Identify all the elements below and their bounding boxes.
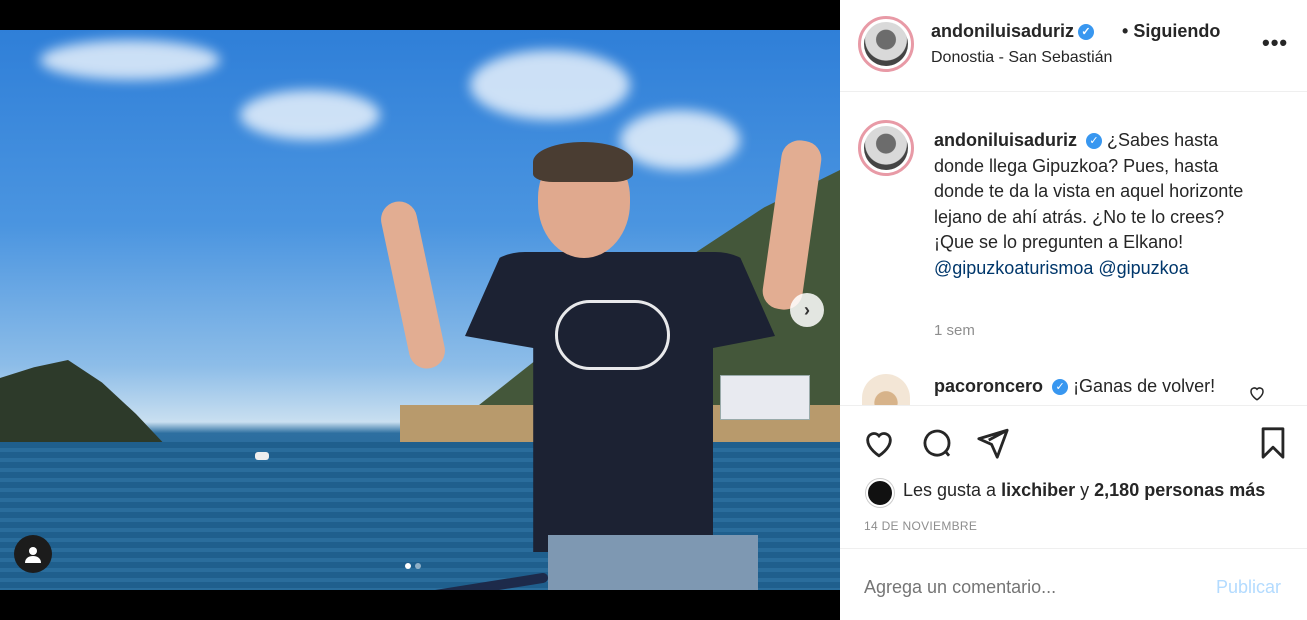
caption-avatar[interactable] [858, 120, 914, 176]
post-photo[interactable] [0, 30, 840, 590]
following-button[interactable]: Siguiendo [1133, 21, 1220, 41]
chevron-right-icon: › [804, 299, 810, 320]
post-header: andoniluisaduriz ✓ • Siguiendo Donostia -… [840, 0, 1307, 92]
caption: andoniluisaduriz ✓ ¿Sabes hasta donde ll… [934, 128, 1269, 281]
building [720, 375, 810, 420]
header-username[interactable]: andoniluisaduriz ✓ [931, 21, 1095, 42]
island-hill [0, 360, 170, 450]
carousel-indicator [405, 563, 421, 569]
add-comment-section: Publicar [840, 548, 1307, 620]
likes-summary: Les gusta a lixchiber y 2,180 personas m… [903, 480, 1265, 501]
comment-text: ¡Ganas de volver! [1073, 376, 1216, 396]
mention-link[interactable]: @gipuzkoa [1098, 258, 1188, 278]
next-image-button[interactable]: › [790, 293, 824, 327]
post-panel: andoniluisaduriz ✓ • Siguiendo Donostia -… [840, 0, 1307, 620]
heart-icon[interactable] [862, 426, 896, 460]
boat [255, 452, 269, 460]
post-time[interactable]: 1 sem [934, 322, 975, 339]
liker-avatar[interactable] [866, 479, 894, 507]
comment-input[interactable] [864, 577, 1184, 598]
location-link[interactable]: Donostia - San Sebastián [931, 49, 1112, 67]
publish-button[interactable]: Publicar [1216, 577, 1281, 598]
comment-icon[interactable] [920, 426, 954, 460]
verified-badge-icon: ✓ [1078, 24, 1095, 41]
cloud [40, 40, 220, 80]
mention-link[interactable]: @gipuzkoaturismoa [934, 258, 1093, 278]
shirt-logo [555, 300, 670, 370]
separator: • [1122, 21, 1129, 41]
caption-username[interactable]: andoniluisaduriz [934, 130, 1077, 150]
username-text[interactable]: andoniluisaduriz [931, 21, 1074, 41]
person-jeans [548, 535, 758, 590]
actions-section: Les gusta a lixchiber y 2,180 personas m… [840, 405, 1307, 620]
carousel-dot [415, 563, 421, 569]
comment-like-icon[interactable] [1248, 384, 1266, 402]
likes-count[interactable]: 2,180 personas más [1094, 480, 1265, 500]
more-options-icon[interactable]: ••• [1262, 30, 1288, 56]
likes-connector: y [1080, 480, 1090, 500]
carousel-dot [405, 563, 411, 569]
cloud [620, 110, 740, 170]
comment: pacoroncero ✓ ¡Ganas de volver! [934, 376, 1215, 397]
verified-badge-icon: ✓ [1086, 133, 1103, 150]
cloud [240, 90, 380, 140]
bookmark-icon[interactable] [1256, 426, 1290, 460]
left-arm [377, 198, 449, 372]
likes-prefix: Les gusta a [903, 480, 997, 500]
post-date[interactable]: 14 DE NOVIEMBRE [864, 519, 977, 533]
follow-status[interactable]: • Siguiendo [1122, 21, 1220, 42]
share-icon[interactable] [976, 426, 1010, 460]
commenter-avatar[interactable] [862, 374, 910, 406]
verified-badge-icon: ✓ [1052, 379, 1069, 396]
avatar[interactable] [858, 16, 914, 72]
post-media: › [0, 0, 840, 620]
comment-username[interactable]: pacoroncero [934, 376, 1043, 396]
user-icon [25, 547, 41, 563]
liker-username[interactable]: lixchiber [1001, 480, 1075, 500]
tagged-users-button[interactable] [14, 535, 52, 573]
cloud [470, 50, 630, 120]
person-hair [533, 142, 633, 182]
